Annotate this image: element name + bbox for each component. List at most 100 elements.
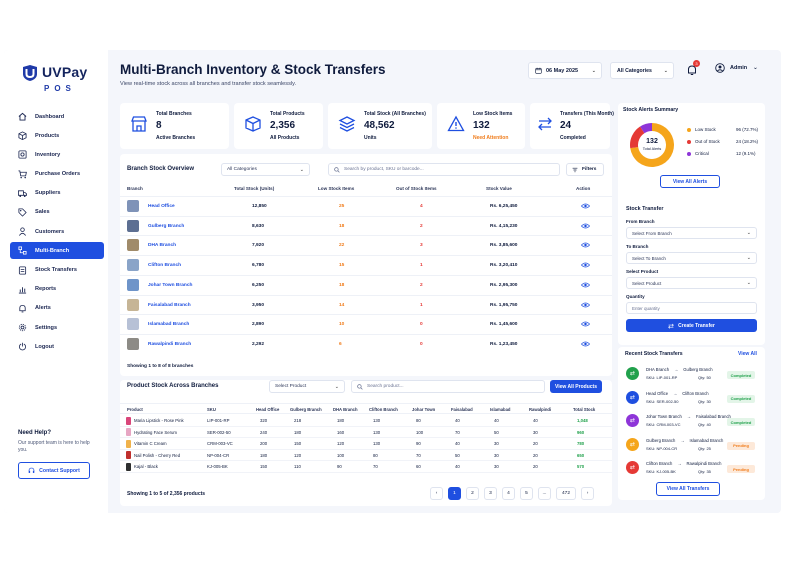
branch-stock-cell: 40 bbox=[494, 418, 499, 423]
cart-icon bbox=[18, 170, 27, 179]
sidebar-item-sales[interactable]: Sales bbox=[10, 204, 104, 221]
transfer-sku: SKU: NP-004-CR bbox=[646, 445, 678, 451]
contact-support-button[interactable]: Contact Support bbox=[18, 462, 90, 479]
column-header: Johar Town bbox=[412, 407, 436, 412]
select-product-value: Select Product bbox=[275, 384, 307, 389]
view-all-transfers-button[interactable]: View All Transfers bbox=[656, 482, 720, 496]
sidebar-item-customers[interactable]: Customers bbox=[10, 223, 104, 240]
branch-low-stock: 14 bbox=[339, 302, 345, 308]
sidebar-item-products[interactable]: Products bbox=[10, 127, 104, 144]
view-eye-icon[interactable] bbox=[581, 223, 590, 229]
branch-name-link[interactable]: Head Office bbox=[148, 204, 175, 209]
transfer-product-select[interactable]: Select Product ⌄ bbox=[626, 277, 757, 289]
view-all-alerts-button[interactable]: View All Alerts bbox=[660, 175, 720, 188]
help-title: Need Help? bbox=[18, 430, 52, 436]
from-branch-label: From Branch bbox=[626, 219, 655, 224]
arrow-right-icon: → bbox=[686, 414, 691, 419]
transfer-route: DHA Branch → Gulberg Branch bbox=[646, 367, 713, 372]
chevron-down-icon: ⌄ bbox=[753, 65, 758, 71]
inventory-icon bbox=[18, 150, 27, 159]
chevron-down-icon: ⌄ bbox=[334, 383, 339, 390]
branch-name-link[interactable]: Islamabad Branch bbox=[148, 322, 189, 327]
page-button[interactable]: › bbox=[581, 487, 594, 500]
page-button[interactable]: 2 bbox=[466, 487, 479, 500]
branch-search-input[interactable]: Search by product, SKU or barcode... bbox=[328, 163, 560, 176]
branch-name-link[interactable]: Faisalabad Branch bbox=[148, 303, 191, 308]
product-search-input[interactable]: Search product... bbox=[351, 380, 545, 393]
branch-total-stock: 12,850 bbox=[252, 204, 267, 209]
branch-row: Islamabad Branch 2,890 10 0 Rs. 1,45,600 bbox=[120, 314, 612, 334]
app-subname: POS bbox=[44, 84, 76, 93]
view-eye-icon[interactable] bbox=[581, 282, 590, 288]
page-button[interactable]: ... bbox=[538, 487, 551, 500]
legend-label: Out of Stock bbox=[695, 139, 720, 144]
sidebar-item-inventory[interactable]: Inventory bbox=[10, 146, 104, 163]
user-menu[interactable]: Admin ⌄ bbox=[715, 63, 758, 73]
sidebar-item-alerts[interactable]: Alerts bbox=[10, 300, 104, 317]
branch-stock-cell: 150 bbox=[260, 464, 268, 470]
view-all-products-button[interactable]: View All Products bbox=[550, 380, 602, 393]
view-eye-icon[interactable] bbox=[581, 203, 590, 209]
date-picker[interactable]: 06 May 2025 ⌄ bbox=[528, 62, 602, 79]
column-header: Gulberg Branch bbox=[290, 407, 322, 412]
transfer-qty: Qty: 30 bbox=[698, 398, 711, 404]
product-row: Nail Polish - Cherry Red NP-004-CR 180 120 1… bbox=[120, 450, 612, 462]
page-button[interactable]: 3 bbox=[484, 487, 497, 500]
branch-stock-value: Rs. 1,45,600 bbox=[490, 322, 518, 328]
transfer-swap-icon: ⇄ bbox=[626, 437, 639, 451]
product-name[interactable]: Vitamin C Cream bbox=[134, 441, 167, 446]
page-button[interactable]: 4 bbox=[502, 487, 515, 500]
sidebar-item-logout[interactable]: Logout bbox=[10, 338, 104, 355]
sidebar-item-settings[interactable]: Settings bbox=[10, 319, 104, 336]
page-button[interactable]: 5 bbox=[520, 487, 533, 500]
page-subtitle: View real-time stock across all branches… bbox=[120, 81, 297, 87]
quantity-label: Quantity bbox=[626, 294, 645, 299]
page-button[interactable]: ‹ bbox=[430, 487, 443, 500]
page-button[interactable]: 1 bbox=[448, 487, 461, 500]
sidebar-item-stock-transfers[interactable]: Stock Transfers bbox=[10, 262, 104, 279]
chevron-down-icon: ⌄ bbox=[591, 67, 596, 74]
branch-name-link[interactable]: Gulberg Branch bbox=[148, 224, 184, 229]
recent-stock-transfers: Recent Stock Transfers View All ⇄ DHA Bra… bbox=[618, 347, 765, 500]
product-name[interactable]: Nail Polish - Cherry Red bbox=[134, 453, 180, 458]
view-eye-icon[interactable] bbox=[581, 302, 590, 308]
view-eye-icon[interactable] bbox=[581, 321, 590, 327]
sidebar-item-dashboard[interactable]: Dashboard bbox=[10, 108, 104, 125]
view-eye-icon[interactable] bbox=[581, 262, 590, 268]
sidebar-item-reports[interactable]: Reports bbox=[10, 281, 104, 298]
select-product-dropdown[interactable]: Select Product ⌄ bbox=[269, 380, 345, 393]
category-select[interactable]: All Categories ⌄ bbox=[610, 62, 674, 79]
branch-name-link[interactable]: Rawalpindi Branch bbox=[148, 342, 191, 347]
branch-thumbnail bbox=[127, 259, 139, 272]
filters-button[interactable]: Filters bbox=[566, 163, 604, 176]
view-eye-icon[interactable] bbox=[581, 341, 590, 347]
sidebar-item-suppliers[interactable]: Suppliers bbox=[10, 185, 104, 202]
sidebar-item-label: Multi-Branch bbox=[35, 247, 70, 254]
recent-transfers-view-all-link[interactable]: View All bbox=[738, 351, 757, 357]
branch-total-stock: 2,890 bbox=[252, 322, 265, 328]
column-header: Faisalabad bbox=[451, 407, 473, 412]
product-name[interactable]: Hydrating Face Serum bbox=[134, 430, 177, 435]
branch-name-link[interactable]: DHA Branch bbox=[148, 243, 176, 248]
branch-thumbnail bbox=[127, 219, 139, 232]
transfer-item: ⇄ Head Office → Clifton Branch SKU: SER-002-… bbox=[618, 387, 765, 410]
branch-category-select[interactable]: All Categories ⌄ bbox=[221, 163, 310, 176]
to-branch-select[interactable]: Select To Branch ⌄ bbox=[626, 252, 757, 264]
product-name[interactable]: Maria Lipstick - Rose Pink bbox=[134, 418, 184, 423]
from-branch-select[interactable]: Select From Branch ⌄ bbox=[626, 227, 757, 239]
product-name[interactable]: Kajal - Black bbox=[134, 464, 158, 469]
branch-name-link[interactable]: Johar Town Branch bbox=[148, 283, 192, 288]
create-transfer-button[interactable]: Create Transfer bbox=[626, 319, 757, 332]
transfer-sku: SKU: LIP-001-RP bbox=[646, 375, 678, 380]
legend-dot-out bbox=[687, 140, 691, 144]
legend-value: 96 (72.7%) bbox=[736, 127, 759, 132]
sidebar-item-purchase-orders[interactable]: Purchase Orders bbox=[10, 166, 104, 183]
quantity-input[interactable]: Enter quantity bbox=[626, 302, 757, 314]
sidebar-item-label: Suppliers bbox=[35, 190, 61, 197]
view-eye-icon[interactable] bbox=[581, 242, 590, 248]
branch-name-link[interactable]: Clifton Branch bbox=[148, 263, 181, 268]
alerts-donut-chart bbox=[630, 123, 674, 167]
page-button[interactable]: 472 bbox=[556, 487, 576, 500]
sidebar-item-multi-branch[interactable]: Multi-Branch bbox=[10, 242, 104, 260]
branch-stock-cell: 150 bbox=[294, 441, 302, 447]
